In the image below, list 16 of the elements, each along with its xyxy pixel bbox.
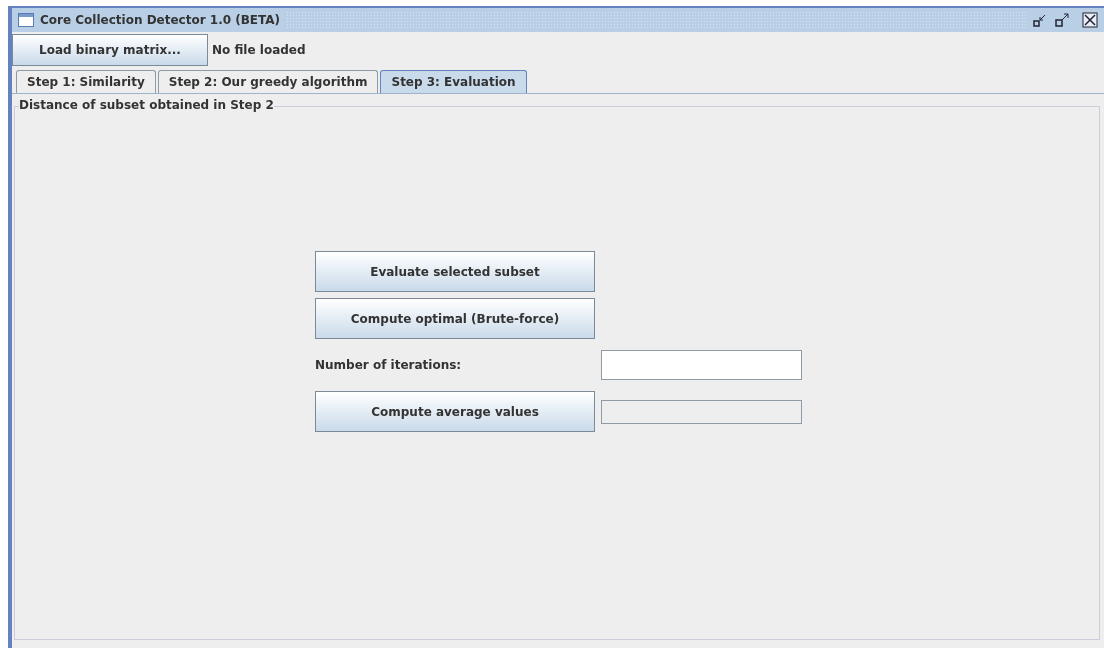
file-status: No file loaded (212, 43, 306, 57)
window-icon (18, 13, 34, 27)
text-field[interactable] (601, 350, 802, 380)
tab[interactable]: Step 2: Our greedy algorithm (157, 70, 379, 93)
window-title: Core Collection Detector 1.0 (BETA) (40, 13, 281, 27)
tab[interactable]: Step 3: Evaluation (380, 70, 527, 93)
maximize-icon[interactable] (1054, 12, 1070, 28)
close-icon[interactable] (1082, 12, 1098, 28)
average-button[interactable]: Compute average values (315, 391, 595, 432)
evaluate-button[interactable]: Evaluate selected subset (315, 251, 595, 292)
load-button[interactable]: Load binary matrix... (12, 34, 208, 66)
minimize-icon[interactable] (1032, 12, 1048, 28)
tab[interactable]: Step 1: Similarity (16, 70, 156, 93)
optimal-button[interactable]: Compute optimal (Brute-force) (315, 298, 595, 339)
iterations-label: Number of iterations: (315, 357, 463, 374)
group-title: Distance of subset obtained in Step 2 (19, 98, 274, 112)
